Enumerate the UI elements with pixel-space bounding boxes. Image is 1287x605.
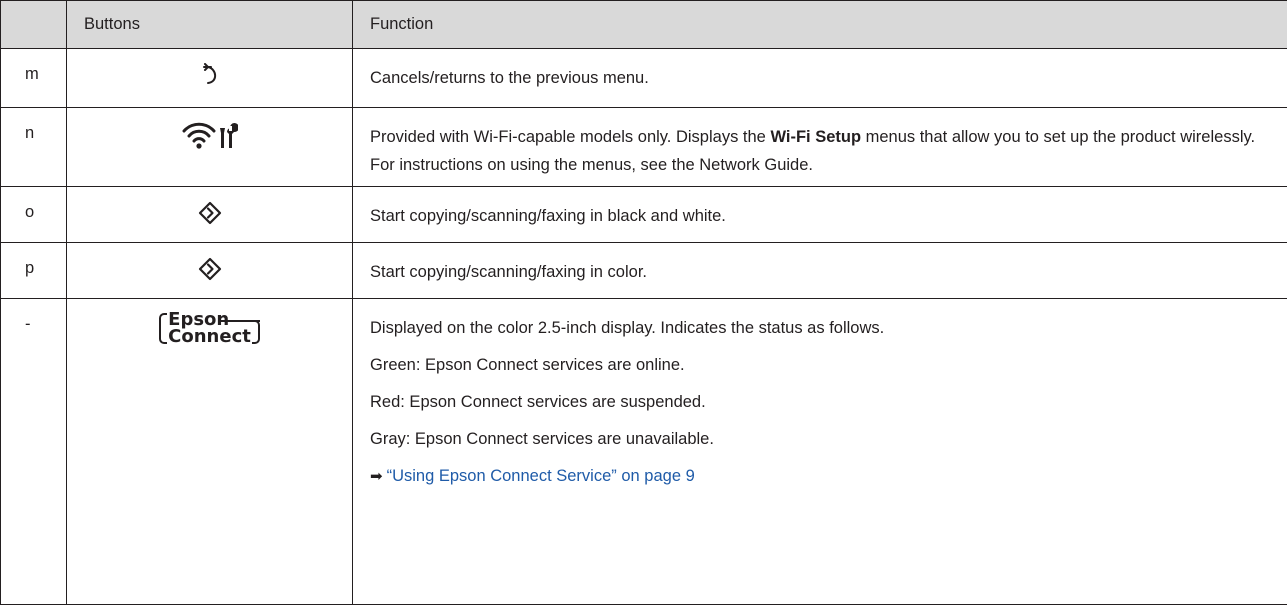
row-key: - <box>1 299 67 605</box>
cross-reference: ➡“Using Epson Connect Service” on page 9 <box>370 462 1280 491</box>
table-header-row: Buttons Function <box>1 1 1287 49</box>
table-row: o Start copying/scanning/faxing in black… <box>1 187 1287 243</box>
status-green: Green: Epson Connect services are online… <box>370 351 1280 379</box>
table-row: m Cancels/returns to the previous menu. <box>1 49 1287 108</box>
epson-connect-logo: Epson Connect <box>159 311 260 345</box>
status-red: Red: Epson Connect services are suspende… <box>370 388 1280 416</box>
wifi-setup-icon <box>182 122 238 150</box>
header-function: Function <box>353 1 1287 49</box>
table-row: p Start copying/scanning/faxing in color… <box>1 243 1287 299</box>
button-icon-cell <box>67 243 353 299</box>
table-row: n Provided with Wi-Fi-capable models onl… <box>1 108 1287 187</box>
row-function: Cancels/returns to the previous menu. <box>353 49 1287 108</box>
row-key: m <box>1 49 67 108</box>
arrow-right-icon: ➡ <box>370 468 383 485</box>
status-gray: Gray: Epson Connect services are unavail… <box>370 425 1280 453</box>
table-row: - Epson Connect Displayed on the color 2… <box>1 299 1287 605</box>
buttons-table: Buttons Function m Cancels/returns to th… <box>0 0 1287 605</box>
row-key: o <box>1 187 67 243</box>
button-icon-cell <box>67 108 353 187</box>
button-icon-cell <box>67 49 353 108</box>
status-description: Displayed on the color 2.5-inch display.… <box>370 314 1280 342</box>
row-function: Provided with Wi-Fi-capable models only.… <box>353 108 1287 187</box>
start-diamond-icon <box>198 257 222 281</box>
button-icon-cell: Epson Connect <box>67 299 353 605</box>
button-icon-cell <box>67 187 353 243</box>
row-function: Start copying/scanning/faxing in black a… <box>353 187 1287 243</box>
back-arrow-icon <box>199 63 221 87</box>
wifi-setup-term: Wi-Fi Setup <box>770 128 861 146</box>
epson-connect-service-link[interactable]: “Using Epson Connect Service” on page 9 <box>387 467 695 485</box>
row-key: n <box>1 108 67 187</box>
row-function: Start copying/scanning/faxing in color. <box>353 243 1287 299</box>
header-key <box>1 1 67 49</box>
header-buttons: Buttons <box>67 1 353 49</box>
start-diamond-icon <box>198 201 222 225</box>
row-key: p <box>1 243 67 299</box>
row-function: Displayed on the color 2.5-inch display.… <box>353 299 1287 605</box>
